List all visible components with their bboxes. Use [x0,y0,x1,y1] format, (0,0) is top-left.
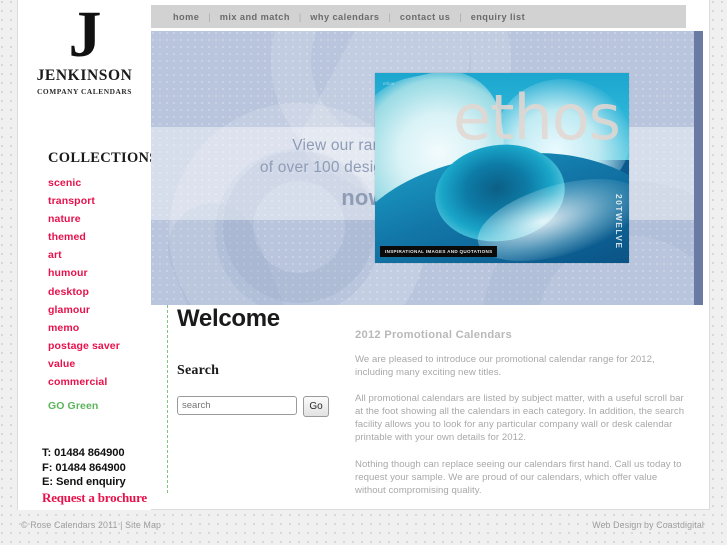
list-item: themed [48,228,148,246]
search-input[interactable] [177,396,297,415]
list-item: humour [48,264,148,282]
list-item: glamour [48,301,148,319]
sidebar-item-commercial[interactable]: commercial [48,373,148,391]
footer-credit-text: Web Design by Coastdigital [592,520,704,530]
sidebar-item-memo[interactable]: memo [48,319,148,337]
list-item: scenic [48,174,148,192]
list-item: memo [48,319,148,337]
sidebar-item-desktop[interactable]: desktop [48,283,148,301]
nav-item-why-calendars[interactable]: why calendars [310,12,379,22]
sidebar-item-themed[interactable]: themed [48,228,148,246]
logo-initial: J [68,0,102,71]
hero-banner[interactable]: View our range of over 100 designs now» … [151,31,703,305]
sidebar-item-value[interactable]: value [48,355,148,373]
sidebar-item-art[interactable]: art [48,246,148,264]
main-content: Welcome Search Go 2012 Promotional Calen… [151,305,711,510]
site-logo[interactable]: J JENKINSON COMPANY CALENDARS [18,0,151,97]
footer-copyright[interactable]: © Rose Calendars 2011 | Site Map [21,520,161,530]
main-column: home | mix and match | why calendars | c… [151,0,711,510]
contact-email-row: E: Send enquiry [42,475,152,490]
top-navigation: home | mix and match | why calendars | c… [151,5,686,28]
page-container: J JENKINSON COMPANY CALENDARS COLLECTION… [17,0,710,510]
nav-item-home[interactable]: home [173,12,199,22]
vertical-dashed-divider [167,305,168,493]
search-form: Go [177,396,357,417]
contact-telephone: T: 01484 864900 [42,447,125,459]
banner-promo-text[interactable]: View our range of over 100 designs now» [151,135,399,216]
article-paragraph: We are pleased to introduce our promotio… [355,354,655,379]
page-title: Welcome [177,305,280,332]
nav-separator: | [459,11,462,22]
logo-wordmark: JENKINSON [36,67,133,84]
cover-corner-mark: ethos [383,81,395,86]
nav-item-enquiry-list[interactable]: enquiry list [471,12,525,22]
collections-heading: COLLECTIONS [48,150,158,166]
send-enquiry-link[interactable]: Send enquiry [56,476,126,488]
nav-item-contact-us[interactable]: contact us [400,12,450,22]
cover-year-label: 20TWELVE [614,193,624,249]
page-footer: © Rose Calendars 2011 | Site Map Web Des… [17,511,710,545]
sidebar-item-glamour[interactable]: glamour [48,301,148,319]
sidebar: J JENKINSON COMPANY CALENDARS COLLECTION… [18,0,157,510]
contact-fax: F: 01484 864900 [42,461,126,474]
footer-copyright-text: © Rose Calendars 2011 | Site Map [21,520,162,530]
sidebar-item-go-green[interactable]: GO Green [48,397,148,415]
contact-email-prefix: E: [42,476,56,488]
sidebar-item-scenic[interactable]: scenic [48,174,148,192]
search-heading: Search [177,363,220,378]
list-item: desktop [48,283,148,301]
nav-separator: | [208,11,211,22]
banner-promo-line-2: of over 100 designs [259,159,399,176]
footer-credit[interactable]: Web Design by Coastdigital [592,520,704,530]
list-item: value [48,355,148,373]
nav-item-mix-and-match[interactable]: mix and match [220,12,290,22]
nav-separator: | [298,11,302,22]
welcome-article: 2012 Promotional Calendars We are please… [355,329,685,510]
banner-promo-line-1: View our range [292,137,399,154]
collections-nav: scenic transport nature themed art humou… [48,174,148,415]
sidebar-item-transport[interactable]: transport [48,192,148,210]
logo-tagline: COMPANY CALENDARS [37,87,132,96]
cover-strapline-bar: INSPIRATIONAL IMAGES AND QUOTATIONS [380,246,498,257]
ethos-calendar-cover-image[interactable]: ethos ethos 20TWELVE INSPIRATIONAL IMAGE… [375,73,629,263]
banner-edge-bar [694,31,703,305]
list-item: GO Green [48,397,148,415]
list-item: art [48,246,148,264]
request-brochure-link[interactable]: Request a brochure [42,490,152,506]
article-paragraph: Nothing though can replace seeing our ca… [355,458,682,496]
list-item: commercial [48,373,148,391]
list-item: postage saver [48,337,148,355]
search-submit-button[interactable]: Go [303,396,329,417]
list-item: nature [48,210,148,228]
sidebar-item-nature[interactable]: nature [48,210,148,228]
article-heading: 2012 Promotional Calendars [355,329,512,341]
banner-promo-cta[interactable]: now» [151,183,399,216]
search-panel: Search Go [177,363,357,417]
contact-details: T: 01484 864900 F: 01484 864900 E: Send … [42,446,152,506]
article-paragraph: All promotional calendars are listed by … [355,393,685,444]
sidebar-item-postage-saver[interactable]: postage saver [48,337,148,355]
list-item: transport [48,192,148,210]
cover-title: ethos [453,81,621,154]
sidebar-item-humour[interactable]: humour [48,264,148,282]
cover-strapline: INSPIRATIONAL IMAGES AND QUOTATIONS [385,249,493,254]
nav-separator: | [388,11,391,22]
